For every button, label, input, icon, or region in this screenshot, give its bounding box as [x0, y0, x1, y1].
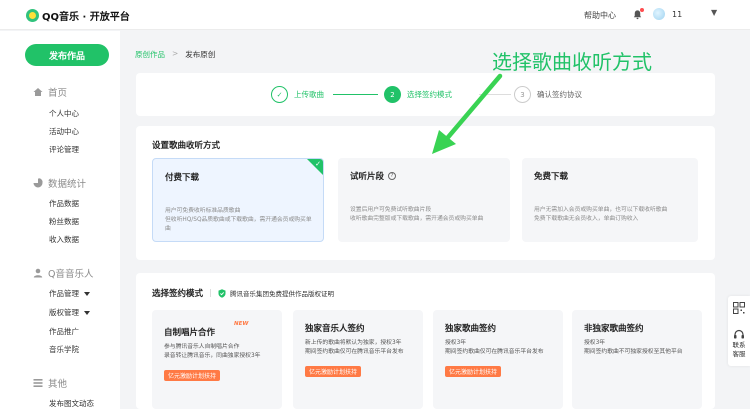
step-label: 确认签约协议 — [537, 90, 582, 99]
sidebar-item-personal-center[interactable]: 个人中心 — [49, 108, 79, 119]
section-title: 设置歌曲收听方式 — [152, 141, 221, 151]
breadcrumb: 原创作品 > 发布原创 — [135, 49, 215, 60]
sidebar-section-label: 数据统计 — [48, 179, 87, 190]
sidebar-item-comment-management[interactable]: 评论管理 — [49, 144, 79, 155]
headset-icon[interactable] — [733, 329, 745, 340]
logo[interactable]: QQ音乐 · 开放平台 — [26, 8, 130, 23]
option-title: 独家歌曲签约 — [445, 324, 497, 334]
option-title: 非独家歌曲签约 — [584, 324, 644, 334]
option-desc: 用户可免费收听标准品质歌曲 但收听HQ/SQ品质歌曲或下载歌曲，需开通会员或购买… — [165, 208, 312, 232]
sign-mode-card: 选择签约模式 腾讯音乐集团免费提供作品版权证明 自制唱片合作 NEW 参与腾讯音… — [136, 273, 715, 409]
user-name[interactable]: 11 — [672, 10, 682, 19]
annotation-text: 选择歌曲收听方式 — [492, 50, 652, 74]
step-confirm: 3 确认签约协议 — [514, 86, 582, 103]
sidebar-item-fans-data[interactable]: 粉丝数据 — [49, 216, 79, 227]
sidebar-section-musician[interactable]: Q音音乐人 — [33, 266, 93, 280]
qr-code-icon[interactable] — [733, 302, 745, 314]
side-tools: 联系客服 — [728, 296, 750, 366]
divider — [210, 289, 212, 297]
sidebar-section-label: 其他 — [48, 379, 68, 390]
sign-option-exclusive-song[interactable]: 独家歌曲签约 授权3年 期间签约歌曲仅可在腾讯音乐平台发布 亿元激励计划扶持 — [433, 310, 563, 409]
sign-option-self-record[interactable]: 自制唱片合作 NEW 参与腾讯音乐人自制唱片合作 录音转让腾讯音乐，同曲独家授权… — [152, 310, 282, 409]
caret-down-icon — [84, 310, 90, 315]
notification-dot — [640, 8, 644, 12]
step-number: 3 — [514, 86, 531, 103]
publish-button[interactable]: 发布作品 — [25, 44, 109, 66]
sidebar-section-other[interactable]: 其他 — [33, 376, 67, 390]
person-icon — [33, 268, 43, 278]
option-desc: 参与腾讯音乐人自制唱片合作 录音转让腾讯音乐，同曲独家授权3年 — [164, 344, 261, 359]
sidebar-item-works-data[interactable]: 作品数据 — [49, 198, 79, 209]
sidebar-item-income-data[interactable]: 收入数据 — [49, 234, 79, 245]
arrow-icon — [432, 73, 503, 154]
contact-service-label[interactable]: 联系客服 — [731, 341, 747, 359]
option-title-row: 试听片段 ? — [350, 170, 397, 182]
option-title: 试听片段 — [350, 172, 385, 182]
top-bar: QQ音乐 · 开放平台 帮助中心 11 ▼ — [0, 0, 750, 30]
sidebar-item-activity-center[interactable]: 活动中心 — [49, 126, 79, 137]
sidebar-section-home[interactable]: 首页 — [33, 85, 67, 99]
sidebar-item-music-academy[interactable]: 音乐学院 — [49, 344, 79, 355]
step-number: 2 — [384, 86, 401, 103]
sidebar-item-copyright-management[interactable]: 版权管理 — [49, 307, 90, 318]
section-subtitle: 腾讯音乐集团免费提供作品版权证明 — [230, 290, 335, 298]
sidebar-item-works-promotion[interactable]: 作品推广 — [49, 326, 79, 337]
sign-header: 选择签约模式 腾讯音乐集团免费提供作品版权证明 — [152, 287, 334, 299]
option-title: 免费下载 — [534, 172, 569, 182]
option-paid-download[interactable]: ✓ 付费下载 用户可免费收听标准品质歌曲 但收听HQ/SQ品质歌曲或下载歌曲，需… — [152, 158, 324, 242]
sidebar-section-label: 首页 — [48, 88, 68, 99]
check-icon: ✓ — [271, 86, 288, 103]
sign-option-exclusive-musician[interactable]: 独家音乐人签约 新上传的歌曲将默认为独家，授权3年 期间签约歌曲仅可在腾讯音乐平… — [293, 310, 423, 409]
sidebar: 发布作品 首页 个人中心 活动中心 评论管理 数据统计 作品数据 粉丝数据 收入… — [0, 31, 120, 409]
step-upload: ✓ 上传歌曲 — [271, 86, 324, 103]
breadcrumb-current: 发布原创 — [185, 50, 216, 59]
logo-text: QQ音乐 · 开放平台 — [42, 12, 130, 23]
chevron-down-icon[interactable]: ▼ — [711, 8, 717, 17]
caret-down-icon — [84, 291, 90, 296]
option-preview-clip[interactable]: 试听片段 ? 设置后用户可免费试听歌曲片段 收听歌曲完整版或下载歌曲，需开通会员… — [338, 158, 510, 242]
pie-chart-icon — [33, 178, 43, 188]
sign-option-non-exclusive-song[interactable]: 非独家歌曲签约 授权3年 期间签约歌曲不可独家授权至其他平台 — [572, 310, 702, 409]
list-icon — [33, 379, 43, 387]
help-center-link[interactable]: 帮助中心 — [584, 10, 616, 21]
sidebar-section-statistics[interactable]: 数据统计 — [33, 176, 86, 190]
promo-badge: 亿元激励计划扶持 — [305, 366, 362, 377]
qq-music-logo-icon — [26, 9, 39, 22]
option-desc: 授权3年 期间签约歌曲仅可在腾讯音乐平台发布 — [445, 340, 544, 355]
shield-icon — [218, 288, 226, 298]
breadcrumb-original-works[interactable]: 原创作品 — [135, 49, 165, 60]
step-label: 上传歌曲 — [294, 90, 324, 99]
option-title: 独家音乐人签约 — [305, 324, 365, 334]
sidebar-section-label: Q音音乐人 — [48, 269, 94, 280]
sidebar-item-publish-post[interactable]: 发布图文动态 — [49, 398, 94, 409]
option-desc: 用户无需加入会员或购买单曲，也可以下载收听歌曲 免费下载歌曲无会员收入，单曲订购… — [534, 207, 668, 222]
step-connector — [333, 94, 378, 95]
option-title: 自制唱片合作 — [164, 328, 216, 338]
option-title: 付费下载 — [165, 173, 200, 183]
home-icon — [33, 88, 43, 96]
section-title: 选择签约模式 — [152, 289, 204, 299]
help-icon[interactable]: ? — [388, 172, 397, 180]
option-desc: 设置后用户可免费试听歌曲片段 收听歌曲完整版或下载歌曲，需开通会员或购买单曲 — [350, 207, 484, 222]
avatar[interactable] — [653, 8, 665, 20]
new-badge: NEW — [234, 321, 249, 327]
check-icon: ✓ — [315, 160, 321, 168]
breadcrumb-separator: > — [172, 49, 179, 58]
option-desc: 新上传的歌曲将默认为独家，授权3年 期间签约歌曲仅可在腾讯音乐平台发布 — [305, 340, 404, 355]
sidebar-item-works-management[interactable]: 作品管理 — [49, 288, 90, 299]
option-free-download[interactable]: 免费下载 用户无需加入会员或购买单曲，也可以下载收听歌曲 免费下载歌曲无会员收入… — [522, 158, 698, 242]
promo-badge: 亿元激励计划扶持 — [445, 366, 502, 377]
promo-badge: 亿元激励计划扶持 — [164, 370, 221, 381]
option-desc: 授权3年 期间签约歌曲不可独家授权至其他平台 — [584, 340, 683, 355]
